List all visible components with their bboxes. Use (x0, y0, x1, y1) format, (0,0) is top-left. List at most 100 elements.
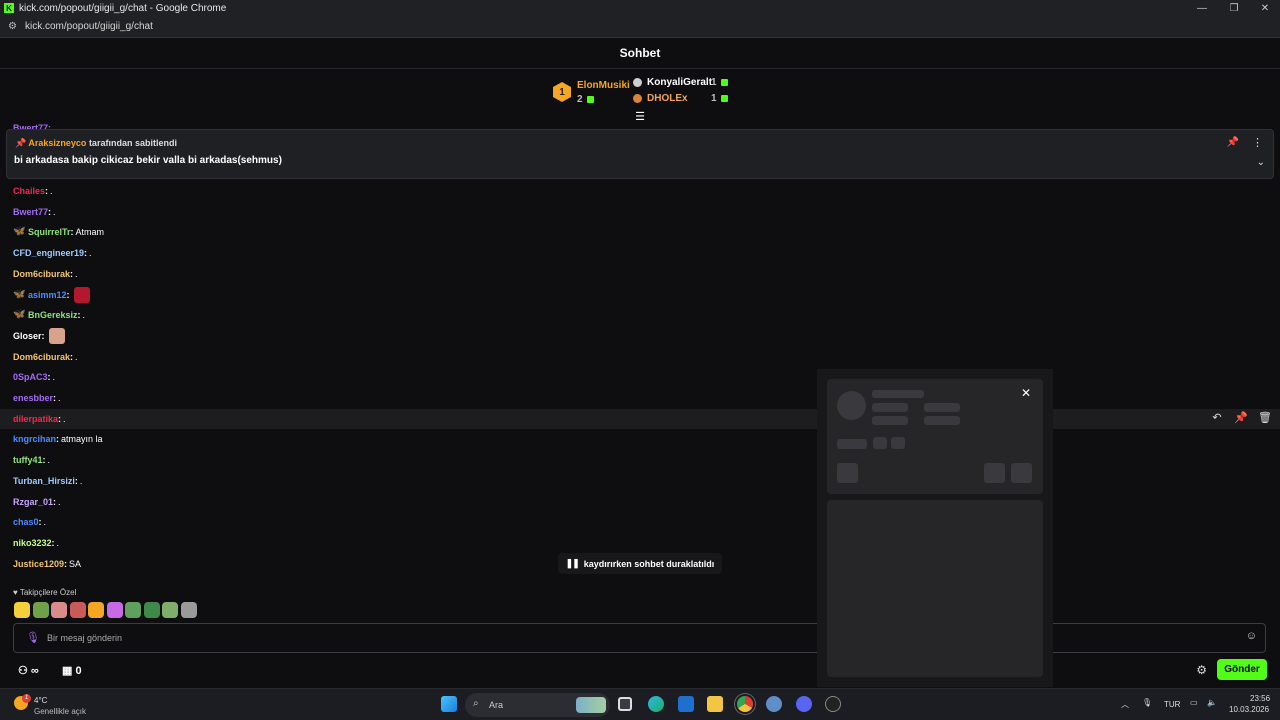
volume-icon[interactable]: 🔈 (1207, 698, 1217, 707)
chat-username[interactable]: Dom6ciburak (13, 352, 70, 362)
chat-username[interactable]: dilerpatika (13, 414, 58, 424)
task-view-icon[interactable] (618, 697, 632, 711)
delete-icon[interactable]: 🗑 (1256, 411, 1274, 424)
chat-message[interactable]: niko3232:. (0, 533, 1280, 553)
clock-date[interactable]: 10.03.2026 (1229, 705, 1269, 714)
chat-username[interactable]: 0SpAC3 (13, 372, 48, 382)
username-separator: : (45, 186, 49, 196)
chat-message[interactable]: Gloser: (0, 326, 1280, 346)
network-icon[interactable]: ▭ (1190, 698, 1198, 707)
chat-username[interactable]: enesbber (13, 393, 53, 403)
chat-username[interactable]: chas0 (13, 517, 39, 527)
chat-username[interactable]: Rzgar_01 (13, 497, 53, 507)
settings-gear-icon[interactable]: ⚙ (1196, 663, 1207, 677)
chat-message[interactable]: Dom6ciburak:. (0, 347, 1280, 367)
chat-username[interactable]: Turban_Hirsizi (13, 476, 75, 486)
chat-message[interactable]: Bwert77:. (0, 202, 1280, 222)
chat-username[interactable]: CFD_engineer19 (13, 248, 84, 258)
edge-browser-icon[interactable] (648, 696, 664, 712)
discord-icon[interactable] (796, 696, 812, 712)
chat-username[interactable]: SquirrelTr (28, 227, 71, 237)
chat-message-text: . (75, 351, 78, 362)
reply-icon[interactable]: ↶ (1208, 411, 1226, 424)
emoji-picker-icon[interactable]: ☺ (1246, 630, 1257, 642)
leaderboard-name[interactable]: DHOLEx (647, 93, 688, 104)
chat-paused-indicator[interactable]: ❚❚ kaydırırken sohbet duraklatıldı (558, 553, 722, 574)
filter-icon[interactable]: ☰ (634, 112, 646, 123)
quick-emote-icon[interactable] (125, 602, 141, 618)
show-hidden-icons-chevron-icon[interactable]: ︿ (1121, 699, 1129, 710)
network-app-icon[interactable] (766, 696, 782, 712)
chat-message[interactable]: CFD_engineer19:. (0, 243, 1280, 263)
quick-emote-icon[interactable] (106, 602, 123, 618)
pinned-by-user[interactable]: Araksizneyco (28, 138, 86, 148)
chat-message[interactable]: Turban_Hirsizi:. (0, 471, 1280, 491)
quick-emote-icon[interactable] (14, 602, 30, 618)
chat-message[interactable]: enesbber:. (0, 388, 1280, 408)
url-text[interactable]: kick.com/popout/giigii_g/chat (25, 21, 153, 32)
minimize-button[interactable]: — (1187, 0, 1217, 16)
close-window-button[interactable]: ✕ (1250, 0, 1280, 16)
chat-title: Sohbet (619, 46, 661, 60)
chat-username[interactable]: Bwert77 (13, 207, 48, 217)
chat-username[interactable]: Justice1209 (13, 559, 64, 569)
message-input-box[interactable]: 🎙 ☺ (13, 623, 1266, 653)
emote-icon[interactable] (73, 286, 90, 303)
language-indicator[interactable]: TUR (1164, 700, 1180, 709)
close-icon[interactable]: ✕ (1021, 386, 1031, 400)
windows-start-icon[interactable] (441, 696, 457, 712)
restore-button[interactable]: ❐ (1219, 0, 1249, 16)
chat-message[interactable]: 🦋 BnGereksiz:. (0, 305, 1280, 325)
microphone-tray-icon[interactable]: 🎙 (1142, 698, 1152, 707)
emote-icon[interactable] (48, 327, 65, 344)
chat-username[interactable]: niko3232 (13, 538, 52, 548)
clock-time[interactable]: 23:56 (1250, 694, 1270, 703)
quick-emote-icon[interactable] (180, 602, 197, 618)
site-settings-icon[interactable]: ⚙ (8, 21, 20, 32)
pin-message-icon[interactable]: 📌 (1232, 411, 1250, 424)
send-button[interactable]: Gönder (1217, 659, 1267, 680)
chat-message[interactable]: 🦋 asimm12: (0, 285, 1280, 305)
quick-emote-icon[interactable] (143, 602, 160, 618)
taskbar-search[interactable]: ⌕ Ara (465, 693, 610, 717)
chat-message[interactable]: chas0:. (0, 512, 1280, 532)
chat-username[interactable]: Dom6ciburak (13, 269, 70, 279)
chat-message[interactable]: 0SpAC3:. (0, 367, 1280, 387)
more-options-icon[interactable]: ⋮ (1252, 136, 1263, 149)
pin-icon[interactable]: 📌 (1227, 137, 1239, 148)
chat-message[interactable]: Chailes:. (0, 181, 1280, 201)
quick-emote-icon[interactable] (69, 602, 86, 618)
quick-emote-icon[interactable] (32, 602, 49, 618)
quick-emote-icon[interactable] (88, 602, 104, 618)
leaderboard-second[interactable]: KonyaliGeralt 1 (633, 77, 733, 91)
chat-message[interactable]: tuffy41:. (0, 450, 1280, 470)
leaderboard-third[interactable]: DHOLEx 1 (633, 93, 733, 107)
chat-username[interactable]: tuffy41 (13, 455, 43, 465)
address-bar[interactable]: ⚙ kick.com/popout/giigii_g/chat (0, 16, 1280, 38)
quick-emote-icon[interactable] (51, 602, 67, 618)
store-indicator[interactable]: ▦ 0 (62, 664, 82, 677)
leaderboard-name[interactable]: KonyaliGeralt (647, 77, 712, 88)
chat-message[interactable]: Rzgar_01:. (0, 492, 1280, 512)
microphone-icon[interactable]: 🎙 (26, 631, 40, 644)
text-skeleton (924, 416, 960, 425)
chat-message[interactable]: Dom6ciburak:. (0, 264, 1280, 284)
chat-message[interactable]: 🦋 SquirrelTr: Atmam (0, 222, 1280, 242)
chat-username[interactable]: kngrcihan (13, 434, 56, 444)
username-separator: : (47, 372, 51, 383)
chat-username[interactable]: asimm12 (28, 290, 67, 300)
leaderboard-name[interactable]: ElonMusiki (577, 80, 630, 91)
chevron-down-icon[interactable]: ⌄ (1257, 157, 1265, 168)
chat-message[interactable]: dilerpatika:. (0, 408, 1280, 429)
chrome-icon[interactable] (737, 696, 753, 712)
action-skeleton (1011, 463, 1032, 483)
chat-username[interactable]: Chailes (13, 186, 45, 196)
kicks-infinity-indicator[interactable]: ⚇ ∞ (18, 664, 39, 677)
microsoft-store-icon[interactable] (678, 696, 694, 712)
steam-icon[interactable] (825, 696, 841, 712)
chat-username[interactable]: Gloser (13, 331, 42, 341)
chat-message[interactable]: kngrcihan: atmayın la (0, 429, 1280, 449)
file-explorer-icon[interactable] (707, 696, 723, 712)
quick-emote-icon[interactable] (162, 602, 178, 618)
chat-username[interactable]: BnGereksiz (28, 310, 78, 320)
